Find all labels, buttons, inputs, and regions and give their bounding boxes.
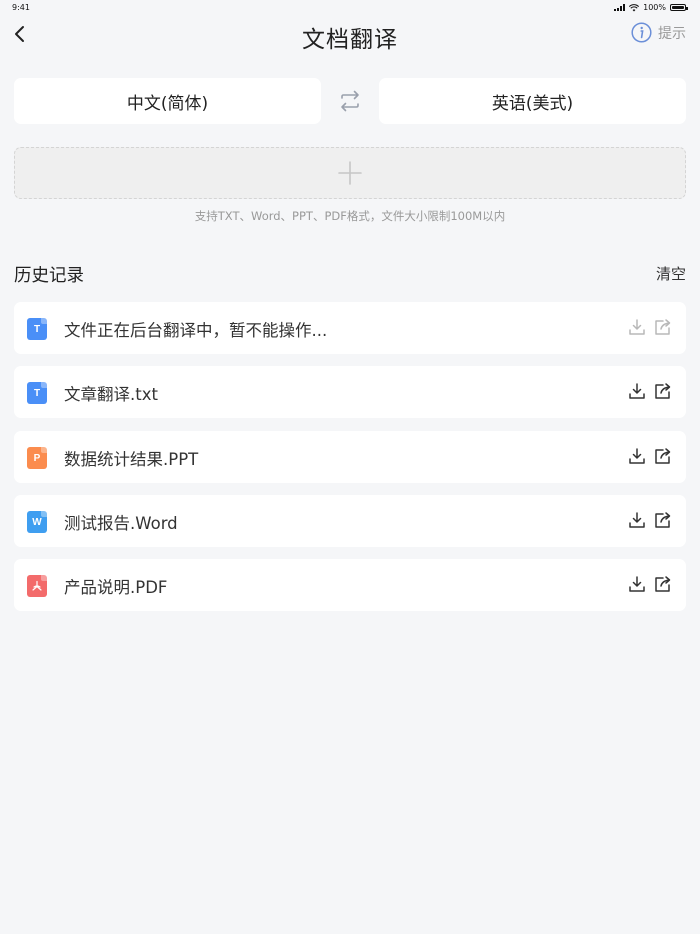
share-button[interactable] [654,382,672,400]
download-icon [629,512,645,528]
pdf-file-icon [27,575,47,597]
clear-history-button[interactable]: 清空 [656,263,686,284]
download-button[interactable] [628,382,646,400]
download-button[interactable] [628,511,646,529]
signal-icon [614,4,626,11]
item-actions [628,575,672,593]
history-title: 历史记录 [14,266,84,286]
share-icon [655,319,671,335]
wifi-icon [629,3,640,11]
upload-hint: 支持TXT、Word、PPT、PDF格式，文件大小限制100M以内 [194,209,506,223]
info-icon [631,22,652,43]
download-icon [629,576,645,592]
source-language-selector[interactable]: 中文(简体) [14,78,321,124]
share-icon [655,512,671,528]
share-icon [655,383,671,399]
upload-file-button[interactable] [14,147,686,199]
nav-bar: 文档翻译 提示 [0,16,700,56]
share-button[interactable] [654,318,672,336]
target-language-label: 英语(美式) [491,93,574,114]
status-indicators: 100% [614,3,688,12]
history-item[interactable]: W 测试报告.Word [14,495,686,547]
ppt-file-icon: P [27,447,47,469]
item-actions [628,447,672,465]
download-button[interactable] [628,318,646,336]
download-button[interactable] [628,575,646,593]
target-language-selector[interactable]: 英语(美式) [379,78,686,124]
word-file-icon: W [27,511,47,533]
txt-file-icon: T [27,318,47,340]
swap-language-button[interactable] [337,89,363,113]
share-button[interactable] [654,575,672,593]
swap-arrows-icon [341,90,359,112]
share-icon [655,448,671,464]
share-button[interactable] [654,447,672,465]
acrobat-icon [32,580,42,591]
status-bar: 9:41 100% [0,0,700,16]
tips-label: 提示 [658,25,686,42]
battery-icon [670,4,688,11]
history-item[interactable]: T 文章翻译.txt [14,366,686,418]
item-actions [628,318,672,336]
download-icon [629,448,645,464]
source-language-label: 中文(简体) [126,93,209,114]
tips-button[interactable]: 提示 [631,22,686,43]
history-item[interactable]: T 文件正在后台翻译中，暂不能操作... [14,302,686,354]
file-name: 文件正在后台翻译中，暂不能操作... [64,321,328,340]
file-name: 测试报告.Word [64,514,178,533]
item-actions [628,511,672,529]
history-item[interactable]: P 数据统计结果.PPT [14,431,686,483]
item-actions [628,382,672,400]
download-icon [629,319,645,335]
battery-percent: 100% [643,3,666,12]
txt-file-icon: T [27,382,47,404]
download-button[interactable] [628,447,646,465]
file-name: 数据统计结果.PPT [64,450,199,469]
page-title: 文档翻译 [302,27,398,53]
share-icon [655,576,671,592]
status-time: 9:41 [12,3,30,12]
file-name: 文章翻译.txt [64,385,158,404]
file-name: 产品说明.PDF [64,578,168,597]
download-icon [629,383,645,399]
share-button[interactable] [654,511,672,529]
plus-icon [338,161,362,185]
history-item[interactable]: 产品说明.PDF [14,559,686,611]
